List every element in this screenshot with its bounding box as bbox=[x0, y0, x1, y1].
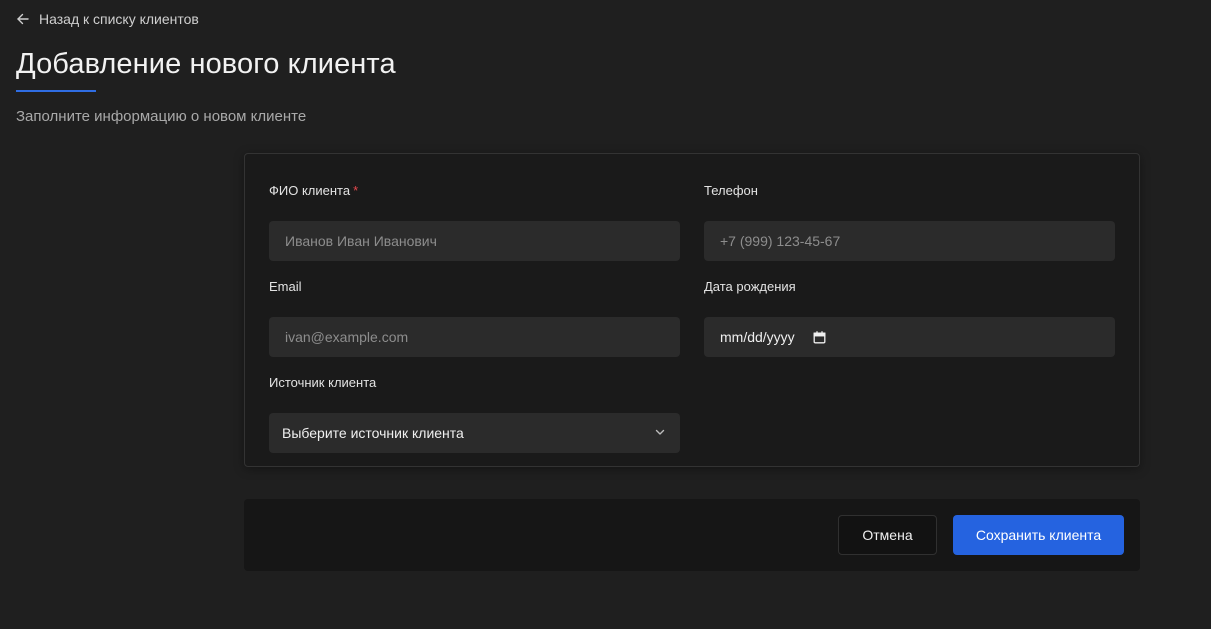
source-field: Источник клиента Выберите источник клиен… bbox=[269, 374, 680, 453]
birth-date-input[interactable]: mm/dd/yyyy bbox=[704, 317, 1115, 357]
full-name-input[interactable]: Иванов Иван Иванович bbox=[269, 221, 680, 261]
required-mark: * bbox=[353, 183, 359, 198]
phone-label: Телефон bbox=[704, 183, 758, 198]
chevron-down-icon bbox=[654, 425, 666, 441]
phone-placeholder: +7 (999) 123-45-67 bbox=[720, 233, 841, 249]
source-selected-value: Выберите источник клиента bbox=[282, 425, 464, 441]
page-title: Добавление нового клиента bbox=[16, 48, 396, 80]
email-input[interactable]: ivan@example.com bbox=[269, 317, 680, 357]
email-label: Email bbox=[269, 279, 302, 294]
save-client-button[interactable]: Сохранить клиента bbox=[953, 515, 1124, 555]
client-form-card: ФИО клиента * Иванов Иван Иванович Телефо… bbox=[244, 153, 1140, 467]
back-to-clients-link[interactable]: Назад к списку клиентов bbox=[16, 9, 199, 29]
birth-date-value: mm/dd/yyyy bbox=[720, 329, 795, 345]
full-name-placeholder: Иванов Иван Иванович bbox=[285, 233, 437, 249]
page-subtitle: Заполните информацию о новом клиенте bbox=[16, 108, 307, 125]
full-name-label: ФИО клиента * bbox=[269, 183, 359, 198]
birth-date-label: Дата рождения bbox=[704, 279, 796, 294]
full-name-field: ФИО клиента * Иванов Иван Иванович bbox=[269, 182, 680, 261]
phone-field: Телефон +7 (999) 123-45-67 bbox=[704, 182, 1115, 261]
email-field: Email ivan@example.com bbox=[269, 278, 680, 357]
birth-date-field: Дата рождения mm/dd/yyyy bbox=[704, 278, 1115, 357]
title-underline bbox=[16, 90, 96, 92]
source-select[interactable]: Выберите источник клиента bbox=[269, 413, 680, 453]
source-label: Источник клиента bbox=[269, 375, 377, 390]
calendar-icon[interactable] bbox=[813, 330, 826, 344]
form-actions-bar: Отмена Сохранить клиента bbox=[244, 499, 1140, 571]
back-link-label: Назад к списку клиентов bbox=[39, 11, 199, 27]
cancel-button[interactable]: Отмена bbox=[838, 515, 937, 555]
phone-input[interactable]: +7 (999) 123-45-67 bbox=[704, 221, 1115, 261]
email-placeholder: ivan@example.com bbox=[285, 329, 409, 345]
arrow-left-icon bbox=[16, 12, 30, 26]
